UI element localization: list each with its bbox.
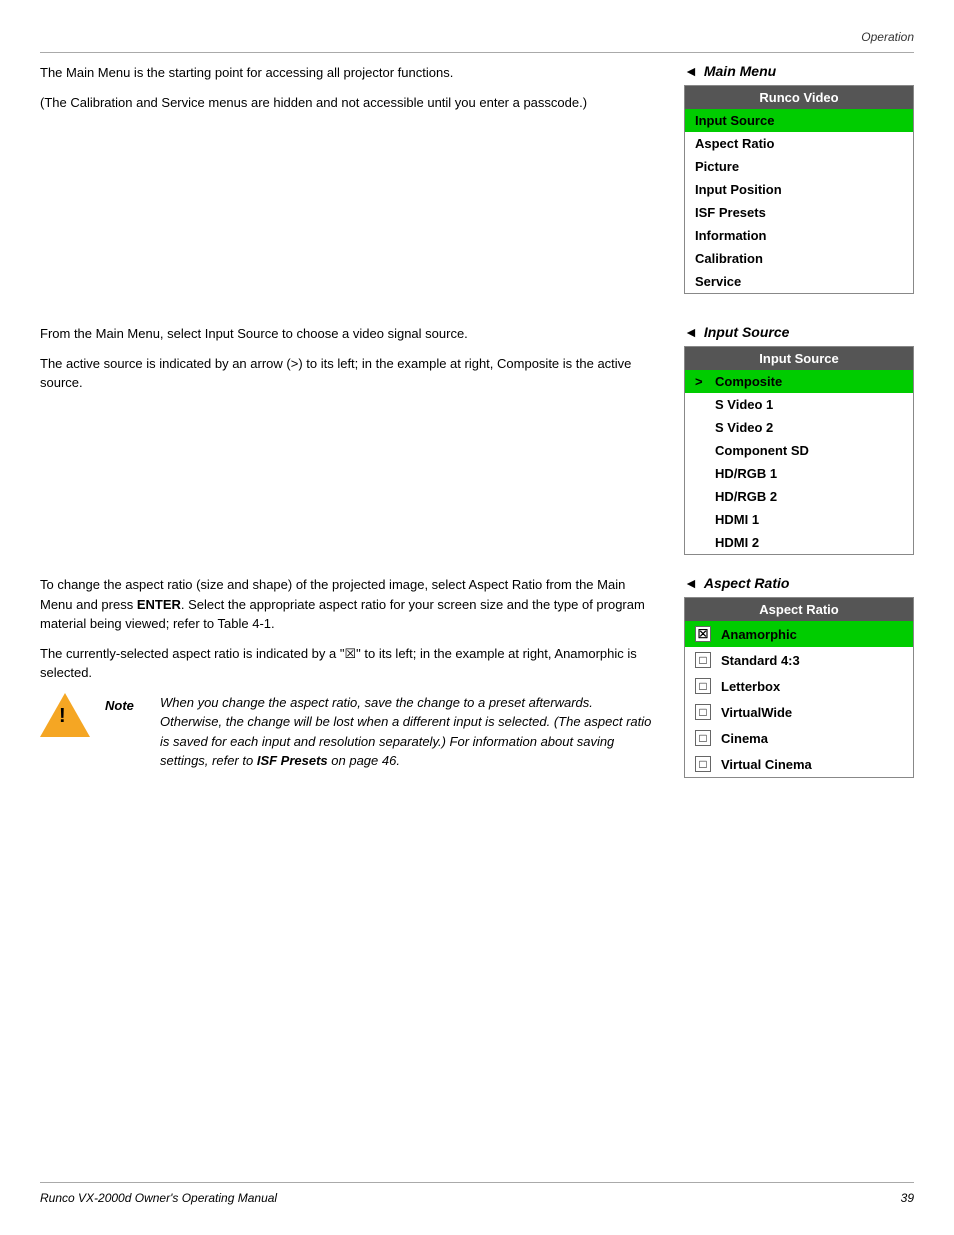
standard43-checkbox: □	[695, 652, 711, 668]
bottom-section: To change the aspect ratio (size and sha…	[40, 575, 914, 781]
hdrgb2-label: HD/RGB 2	[715, 489, 777, 504]
aspect-ratio-heading-label: Aspect Ratio	[704, 575, 790, 591]
middle-paragraph-1: From the Main Menu, select Input Source …	[40, 324, 654, 344]
cinema-label: Cinema	[721, 731, 768, 746]
standard43-label: Standard 4:3	[721, 653, 800, 668]
bottom-paragraph-2: The currently-selected aspect ratio is i…	[40, 644, 654, 683]
aspect-standard-43[interactable]: □ Standard 4:3	[685, 647, 913, 673]
hdrgb1-arrow	[695, 466, 715, 481]
input-source-box: Input Source > Composite S Video 1 S Vid…	[684, 346, 914, 555]
input-source-hdrgb1[interactable]: HD/RGB 1	[685, 462, 913, 485]
aspect-cinema[interactable]: □ Cinema	[685, 725, 913, 751]
menu-item-calibration[interactable]: Calibration	[685, 247, 913, 270]
footer-right: 39	[901, 1191, 914, 1205]
input-source-title: Input Source	[685, 347, 913, 370]
menu-item-input-source[interactable]: Input Source	[685, 109, 913, 132]
warning-triangle-icon	[40, 693, 90, 737]
note-link-text: ISF Presets	[257, 753, 328, 768]
input-source-svideo1[interactable]: S Video 1	[685, 393, 913, 416]
svideo2-label: S Video 2	[715, 420, 773, 435]
note-text-end: on page 46.	[328, 753, 400, 768]
composite-label: Composite	[715, 374, 782, 389]
aspect-ratio-title: Aspect Ratio	[685, 598, 913, 621]
input-source-hdmi2[interactable]: HDMI 2	[685, 531, 913, 554]
bottom-left-text: To change the aspect ratio (size and sha…	[40, 575, 654, 781]
menu-item-isf-presets[interactable]: ISF Presets	[685, 201, 913, 224]
top-paragraph-1: The Main Menu is the starting point for …	[40, 63, 654, 83]
svideo2-arrow	[695, 420, 715, 435]
virtual-cinema-checkbox: □	[695, 756, 711, 772]
menu-item-input-position[interactable]: Input Position	[685, 178, 913, 201]
svideo1-arrow	[695, 397, 715, 412]
aspect-letterbox[interactable]: □ Letterbox	[685, 673, 913, 699]
aspect-ratio-arrow-icon: ◄	[684, 575, 698, 591]
page-header: Operation	[40, 30, 914, 53]
input-source-arrow-icon: ◄	[684, 324, 698, 340]
aspect-anamorphic[interactable]: ☒ Anamorphic	[685, 621, 913, 647]
aspect-ratio-section: ◄ Aspect Ratio Aspect Ratio ☒ Anamorphic…	[684, 575, 914, 781]
hdmi2-label: HDMI 2	[715, 535, 759, 550]
hdmi1-label: HDMI 1	[715, 512, 759, 527]
anamorphic-checkbox: ☒	[695, 626, 711, 642]
main-menu-box: Runco Video Input Source Aspect Ratio Pi…	[684, 85, 914, 294]
input-source-section: ◄ Input Source Input Source > Composite …	[684, 324, 914, 555]
main-menu-section: ◄ Main Menu Runco Video Input Source Asp…	[684, 63, 914, 294]
letterbox-label: Letterbox	[721, 679, 780, 694]
component-sd-arrow	[695, 443, 715, 458]
page-footer: Runco VX-2000d Owner's Operating Manual …	[40, 1182, 914, 1205]
middle-paragraph-2: The active source is indicated by an arr…	[40, 354, 654, 393]
menu-item-aspect-ratio[interactable]: Aspect Ratio	[685, 132, 913, 155]
aspect-virtual-cinema[interactable]: □ Virtual Cinema	[685, 751, 913, 777]
anamorphic-label: Anamorphic	[721, 627, 797, 642]
middle-left-text: From the Main Menu, select Input Source …	[40, 324, 654, 555]
hdrgb1-label: HD/RGB 1	[715, 466, 777, 481]
input-source-hdmi1[interactable]: HDMI 1	[685, 508, 913, 531]
aspect-ratio-heading: ◄ Aspect Ratio	[684, 575, 914, 591]
page: Operation The Main Menu is the starting …	[0, 0, 954, 1235]
top-paragraph-2: (The Calibration and Service menus are h…	[40, 93, 654, 113]
footer-left: Runco VX-2000d Owner's Operating Manual	[40, 1191, 277, 1205]
input-source-composite[interactable]: > Composite	[685, 370, 913, 393]
note-box: Note When you change the aspect ratio, s…	[40, 693, 654, 781]
letterbox-checkbox: □	[695, 678, 711, 694]
menu-item-picture[interactable]: Picture	[685, 155, 913, 178]
input-source-hdrgb2[interactable]: HD/RGB 2	[685, 485, 913, 508]
hdmi2-arrow	[695, 535, 715, 550]
hdrgb2-arrow	[695, 489, 715, 504]
main-menu-title: Runco Video	[685, 86, 913, 109]
main-menu-arrow-icon: ◄	[684, 63, 698, 79]
main-menu-heading-label: Main Menu	[704, 63, 776, 79]
bottom-paragraph-1: To change the aspect ratio (size and sha…	[40, 575, 654, 634]
header-label: Operation	[861, 30, 914, 44]
cinema-checkbox: □	[695, 730, 711, 746]
top-left-text: The Main Menu is the starting point for …	[40, 63, 654, 294]
virtualwide-label: VirtualWide	[721, 705, 792, 720]
input-source-svideo2[interactable]: S Video 2	[685, 416, 913, 439]
input-source-heading: ◄ Input Source	[684, 324, 914, 340]
note-icon	[40, 693, 90, 743]
menu-item-service[interactable]: Service	[685, 270, 913, 293]
main-menu-heading: ◄ Main Menu	[684, 63, 914, 79]
hdmi1-arrow	[695, 512, 715, 527]
svideo1-label: S Video 1	[715, 397, 773, 412]
component-sd-label: Component SD	[715, 443, 809, 458]
note-text: When you change the aspect ratio, save t…	[160, 693, 654, 771]
aspect-ratio-box: Aspect Ratio ☒ Anamorphic □ Standard 4:3…	[684, 597, 914, 778]
note-label: Note	[105, 698, 145, 713]
menu-item-information[interactable]: Information	[685, 224, 913, 247]
input-source-heading-label: Input Source	[704, 324, 790, 340]
virtual-cinema-label: Virtual Cinema	[721, 757, 812, 772]
middle-section: From the Main Menu, select Input Source …	[40, 324, 914, 555]
enter-bold: ENTER	[137, 597, 181, 612]
virtualwide-checkbox: □	[695, 704, 711, 720]
aspect-virtualwide[interactable]: □ VirtualWide	[685, 699, 913, 725]
input-source-component-sd[interactable]: Component SD	[685, 439, 913, 462]
composite-arrow: >	[695, 374, 715, 389]
note-text-content: When you change the aspect ratio, save t…	[160, 695, 651, 769]
top-section: The Main Menu is the starting point for …	[40, 63, 914, 294]
